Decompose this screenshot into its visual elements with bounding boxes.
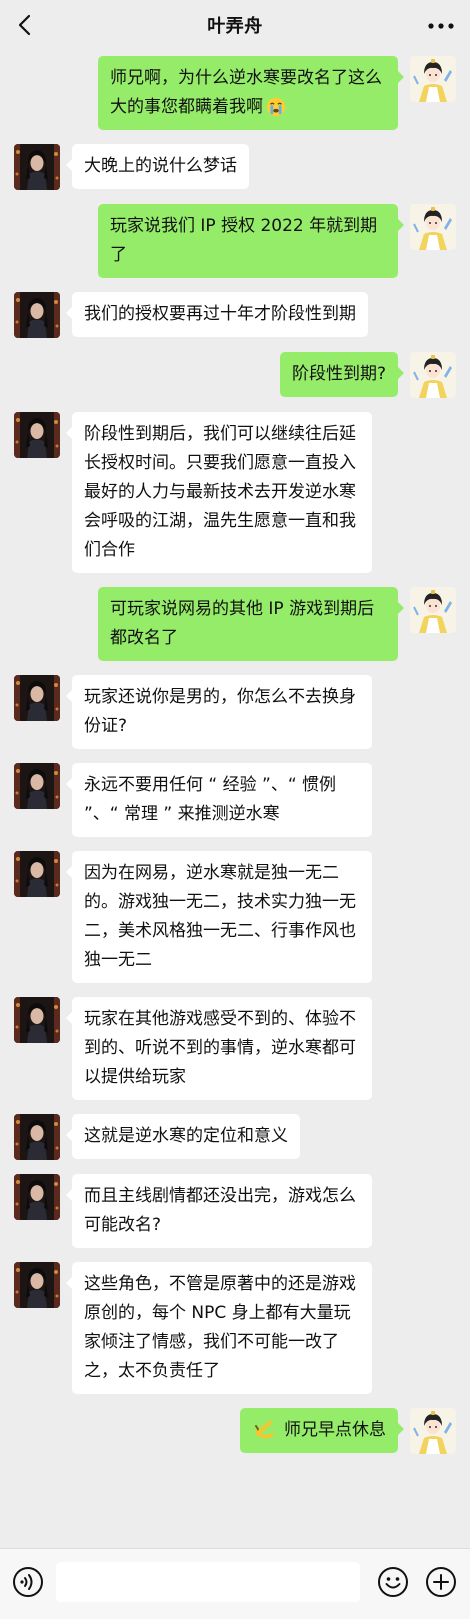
message-text: 阶段性到期?: [291, 364, 386, 384]
sent-message: 可玩家说网易的其他 IP 游戏到期后都改名了: [0, 587, 470, 661]
contact-avatar[interactable]: [14, 997, 60, 1043]
my-avatar[interactable]: [410, 1408, 456, 1454]
received-message: 大晚上的说什么梦话: [0, 144, 470, 190]
chat-title: 叶弄舟: [207, 16, 263, 37]
received-message: 玩家在其他游戏感受不到的、体验不到的、听说不到的事情，逆水寒都可以提供给玩家: [0, 997, 470, 1100]
message-text: 因为在网易，逆水寒就是独一无二的。游戏独一无二，技术实力独一无二，美术风格独一无…: [84, 863, 356, 970]
message-bubble[interactable]: 玩家说我们 IP 授权 2022 年就到期了: [98, 204, 404, 278]
contact-avatar[interactable]: [14, 675, 60, 721]
contact-avatar[interactable]: [14, 851, 60, 897]
contact-avatar[interactable]: [14, 1174, 60, 1220]
sent-message: 阶段性到期?: [0, 352, 470, 398]
message-text: 可玩家说网易的其他 IP 游戏到期后都改名了: [110, 599, 375, 648]
contact-avatar[interactable]: [14, 292, 60, 338]
voice-input-icon[interactable]: [12, 1566, 44, 1598]
message-text: 玩家在其他游戏感受不到的、体验不到的、听说不到的事情，逆水寒都可以提供给玩家: [84, 1009, 356, 1087]
sent-message: 师兄早点休息: [0, 1408, 470, 1454]
contact-avatar[interactable]: [14, 144, 60, 190]
message-bubble[interactable]: 阶段性到期?: [279, 352, 405, 397]
sent-message: 玩家说我们 IP 授权 2022 年就到期了: [0, 204, 470, 278]
message-bubble[interactable]: 大晚上的说什么梦话: [66, 144, 249, 189]
message-bubble[interactable]: 因为在网易，逆水寒就是独一无二的。游戏独一无二，技术实力独一无二，美术风格独一无…: [66, 851, 372, 983]
message-text: 师兄早点休息: [284, 1420, 386, 1440]
message-bubble[interactable]: 这就是逆水寒的定位和意义: [66, 1114, 300, 1159]
my-avatar[interactable]: [410, 204, 456, 250]
message-bubble[interactable]: 我们的授权要再过十年才阶段性到期: [66, 292, 368, 337]
message-text: 大晚上的说什么梦话: [84, 156, 237, 176]
message-input[interactable]: [56, 1562, 360, 1602]
message-text: 玩家还说你是男的，你怎么不去换身份证?: [84, 687, 356, 736]
my-avatar[interactable]: [410, 587, 456, 633]
chat-screen: 叶弄舟 师兄啊，为什么逆水寒要改名了这么大的事您都瞒着我啊大晚上的说什么梦话玩家…: [0, 0, 470, 1619]
banana-icon: [255, 1421, 274, 1439]
message-text: 这些角色，不管是原著中的还是游戏原创的，每个 NPC 身上都有大量玩家倾注了情感…: [84, 1274, 356, 1381]
add-attachment-icon[interactable]: [425, 1566, 457, 1598]
message-bubble[interactable]: 师兄早点休息: [240, 1408, 404, 1453]
message-text: 而且主线剧情都还没出完，游戏怎么可能改名?: [84, 1186, 356, 1235]
received-message: 阶段性到期后，我们可以继续往后延长授权时间。只要我们愿意一直投入最好的人力与最新…: [0, 412, 470, 573]
message-text: 我们的授权要再过十年才阶段性到期: [84, 304, 356, 324]
message-text: 永远不要用任何 “ 经验 ”、“ 惯例 ”、“ 常理 ” 来推测逆水寒: [84, 775, 337, 824]
message-bubble[interactable]: 玩家还说你是男的，你怎么不去换身份证?: [66, 675, 372, 749]
received-message: 我们的授权要再过十年才阶段性到期: [0, 292, 470, 338]
message-text: 玩家说我们 IP 授权 2022 年就到期了: [110, 216, 378, 265]
sent-message: 师兄啊，为什么逆水寒要改名了这么大的事您都瞒着我啊: [0, 56, 470, 130]
message-bubble[interactable]: 玩家在其他游戏感受不到的、体验不到的、听说不到的事情，逆水寒都可以提供给玩家: [66, 997, 372, 1100]
message-bubble[interactable]: 而且主线剧情都还没出完，游戏怎么可能改名?: [66, 1174, 372, 1248]
message-bubble[interactable]: 阶段性到期后，我们可以继续往后延长授权时间。只要我们愿意一直投入最好的人力与最新…: [66, 412, 372, 573]
received-message: 这些角色，不管是原著中的还是游戏原创的，每个 NPC 身上都有大量玩家倾注了情感…: [0, 1262, 470, 1394]
my-avatar[interactable]: [410, 56, 456, 102]
emoji-picker-icon[interactable]: [377, 1566, 409, 1598]
message-bubble[interactable]: 师兄啊，为什么逆水寒要改名了这么大的事您都瞒着我啊: [98, 56, 404, 130]
received-message: 玩家还说你是男的，你怎么不去换身份证?: [0, 675, 470, 749]
received-message: 这就是逆水寒的定位和意义: [0, 1114, 470, 1160]
contact-avatar[interactable]: [14, 412, 60, 458]
contact-avatar[interactable]: [14, 763, 60, 809]
message-bubble[interactable]: 可玩家说网易的其他 IP 游戏到期后都改名了: [98, 587, 404, 661]
crying-face-icon: [266, 97, 286, 117]
more-options-icon[interactable]: [426, 16, 456, 36]
message-text: 这就是逆水寒的定位和意义: [84, 1126, 288, 1146]
message-bubble[interactable]: 永远不要用任何 “ 经验 ”、“ 惯例 ”、“ 常理 ” 来推测逆水寒: [66, 763, 372, 837]
my-avatar[interactable]: [410, 352, 456, 398]
contact-avatar[interactable]: [14, 1262, 60, 1308]
received-message: 永远不要用任何 “ 经验 ”、“ 惯例 ”、“ 常理 ” 来推测逆水寒: [0, 763, 470, 837]
received-message: 而且主线剧情都还没出完，游戏怎么可能改名?: [0, 1174, 470, 1248]
message-bubble[interactable]: 这些角色，不管是原著中的还是游戏原创的，每个 NPC 身上都有大量玩家倾注了情感…: [66, 1262, 372, 1394]
top-bar: 叶弄舟: [0, 0, 470, 50]
contact-avatar[interactable]: [14, 1114, 60, 1160]
received-message: 因为在网易，逆水寒就是独一无二的。游戏独一无二，技术实力独一无二，美术风格独一无…: [0, 851, 470, 983]
message-text: 阶段性到期后，我们可以继续往后延长授权时间。只要我们愿意一直投入最好的人力与最新…: [84, 424, 356, 560]
message-list[interactable]: 师兄啊，为什么逆水寒要改名了这么大的事您都瞒着我啊大晚上的说什么梦话玩家说我们 …: [0, 56, 470, 1546]
input-bar: [0, 1548, 470, 1619]
message-text: 师兄啊，为什么逆水寒要改名了这么大的事您都瞒着我啊: [110, 68, 382, 117]
